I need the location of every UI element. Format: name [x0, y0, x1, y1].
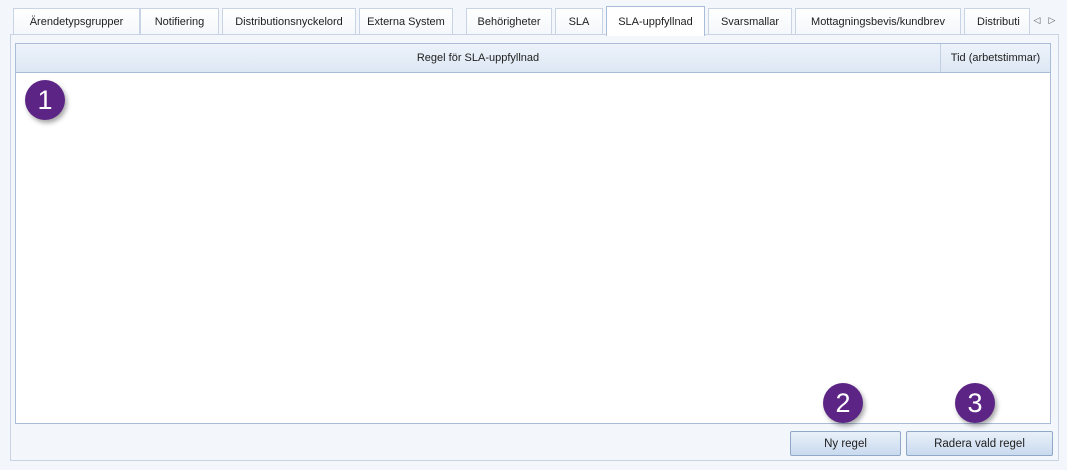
new-rule-button[interactable]: Ny regel [790, 431, 901, 456]
tab-arendetypsgrupper[interactable]: Ärendetypsgrupper [13, 8, 140, 34]
tab-label: Ärendetypsgrupper [29, 15, 124, 28]
callout-badge-3: 3 [955, 383, 995, 423]
tab-strip: Ärendetypsgrupper Notifiering Distributi… [10, 6, 1062, 36]
tab-mottagningsbevis-kundbrev[interactable]: Mottagningsbevis/kundbrev [795, 8, 961, 34]
grid-header: Regel för SLA-uppfyllnad Tid (arbetstimm… [16, 44, 1050, 73]
tab-label: Distributionsnyckelord [235, 15, 343, 28]
tab-svarsmallar[interactable]: Svarsmallar [708, 8, 792, 34]
tab-label: SLA-uppfyllnad [618, 15, 693, 28]
tab-scroll-right-icon[interactable]: ▷ [1045, 13, 1059, 27]
tab-distributionsnyckelord[interactable]: Distributionsnyckelord [222, 8, 356, 34]
tab-scroll-left-icon[interactable]: ◁ [1030, 13, 1044, 27]
sla-settings-window: Ärendetypsgrupper Notifiering Distributi… [0, 0, 1067, 470]
tab-label: Mottagningsbevis/kundbrev [811, 15, 945, 28]
tab-label: Distributi [977, 15, 1020, 28]
tab-behorigheter[interactable]: Behörigheter [466, 8, 552, 34]
tab-label: Externa System [367, 15, 445, 28]
tab-externa-system[interactable]: Externa System [359, 8, 453, 34]
tab-label: Notifiering [154, 15, 205, 28]
tab-label: SLA [568, 15, 590, 28]
tab-distribution-truncated[interactable]: Distributi [964, 8, 1030, 34]
tab-label: Behörigheter [477, 15, 541, 28]
delete-selected-rule-button[interactable]: Radera vald regel [906, 431, 1053, 456]
callout-badge-2: 2 [823, 383, 863, 423]
tab-label: Svarsmallar [720, 15, 780, 28]
tab-notifiering[interactable]: Notifiering [140, 8, 219, 34]
sla-rules-grid[interactable]: Regel för SLA-uppfyllnad Tid (arbetstimm… [15, 43, 1051, 424]
column-header-time[interactable]: Tid (arbetstimmar) [941, 44, 1050, 72]
tab-sla-uppfyllnad[interactable]: SLA-uppfyllnad [606, 6, 705, 36]
column-header-rule[interactable]: Regel för SLA-uppfyllnad [16, 44, 941, 72]
tab-sla[interactable]: SLA [555, 8, 603, 34]
callout-badge-1: 1 [25, 80, 65, 120]
